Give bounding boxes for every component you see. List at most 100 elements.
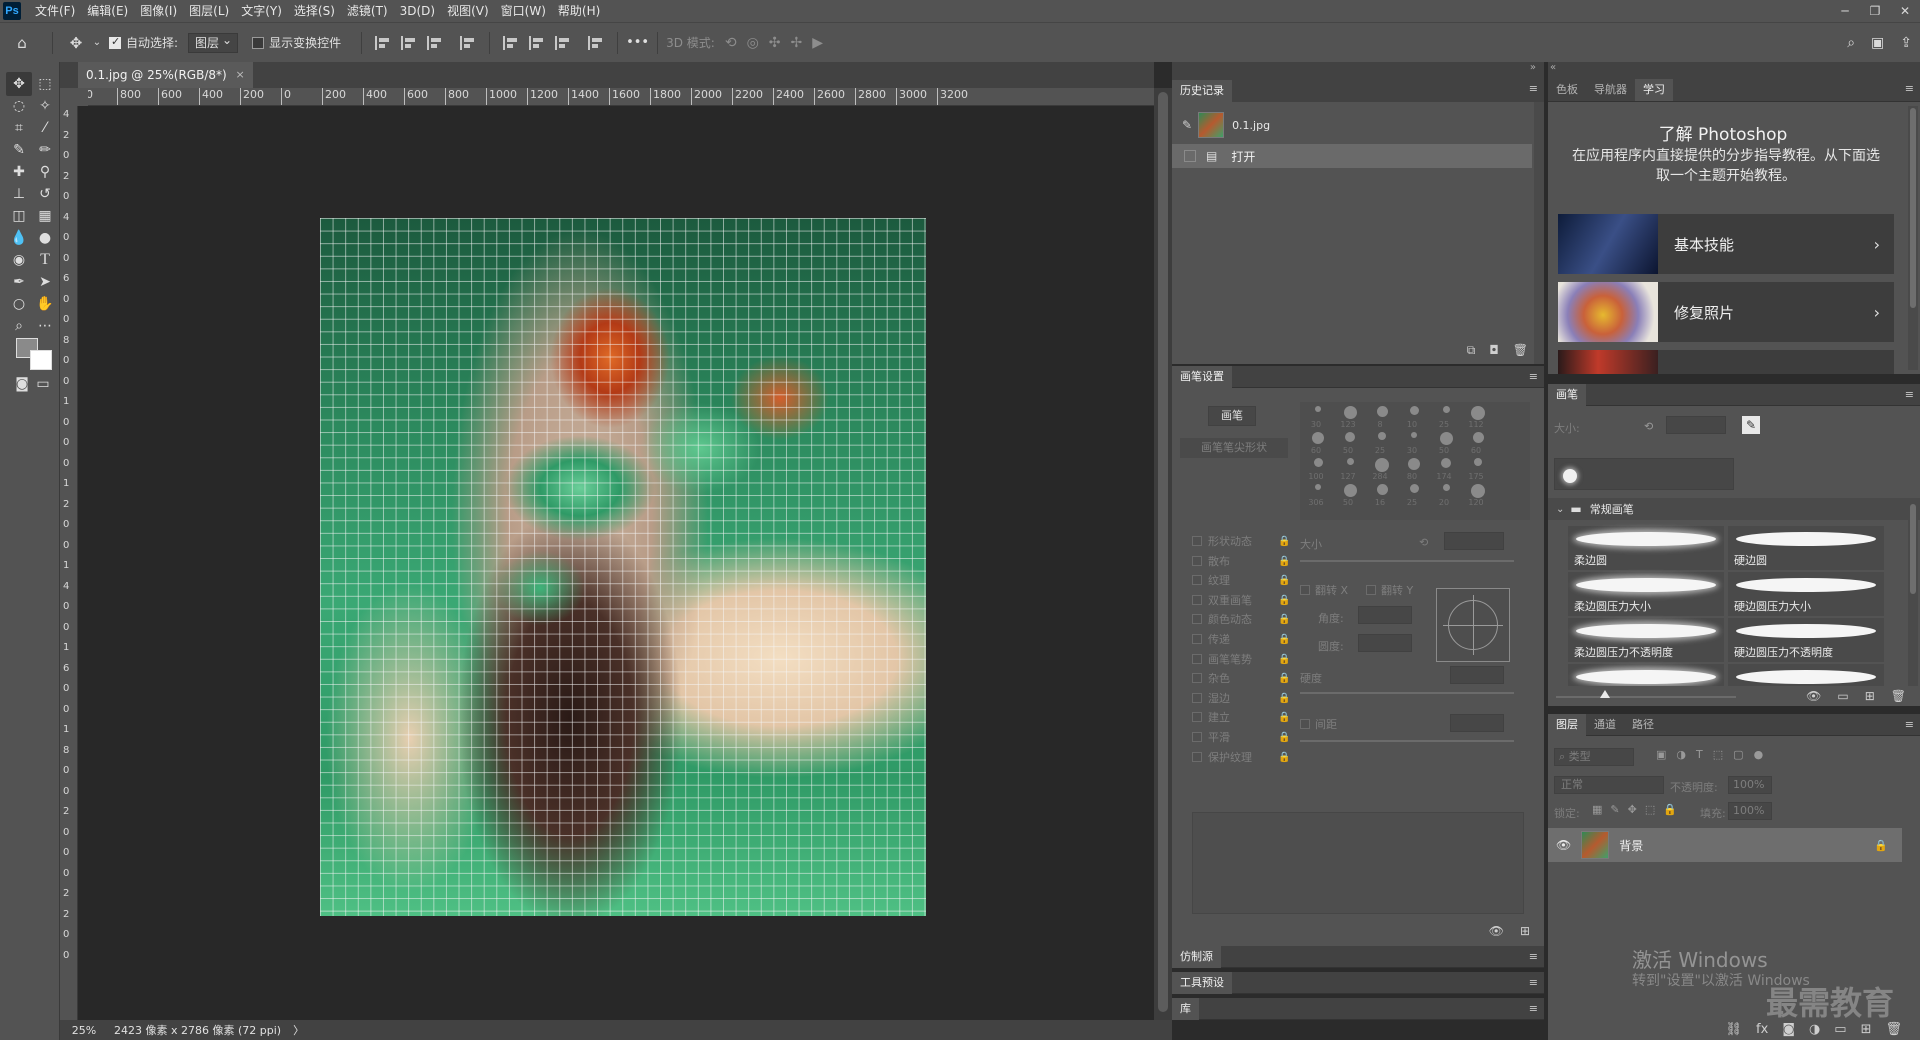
lock-icon[interactable]: 🔒 (1278, 689, 1290, 709)
history-snapshot[interactable]: ✎ 0.1.jpg (1172, 110, 1532, 140)
scroll-thumb[interactable] (1158, 92, 1168, 1012)
panel-menu-icon[interactable]: ≡ (1529, 82, 1538, 95)
brush-option-item[interactable]: 颜色动态 🔒 (1192, 610, 1290, 630)
pencil-tool-icon[interactable]: ✏ (32, 138, 58, 162)
scroll-thumb[interactable] (1910, 108, 1916, 308)
brush-preset-tile[interactable]: 硬边圆 (1728, 526, 1884, 570)
pen-tool-icon[interactable]: ✒ (6, 270, 32, 294)
brush-preview-size-slider[interactable] (1556, 696, 1736, 698)
panel-tab[interactable]: 导航器 (1586, 79, 1635, 101)
checkbox-icon[interactable] (1192, 673, 1202, 684)
checkbox-icon[interactable] (1192, 634, 1202, 644)
lock-pixels-icon[interactable]: ✎ (1610, 803, 1619, 816)
reset-size-icon[interactable]: ⟲ (1419, 536, 1428, 549)
collapsed-panel-header[interactable]: 仿制源 ≡ (1172, 945, 1544, 968)
canvas-area[interactable] (78, 106, 1154, 1020)
align-middle-v-icon[interactable] (529, 35, 545, 50)
history-brush-icon[interactable]: ↺ (32, 182, 58, 206)
flip-y-checkbox[interactable]: 翻转 Y (1366, 582, 1413, 598)
brush-preset-tile[interactable]: 柔边圆 (1568, 526, 1724, 570)
align-center-h-icon[interactable] (401, 35, 417, 50)
collapsed-panel-tab[interactable]: 工具预设 (1172, 971, 1232, 994)
filter-smart-icon[interactable]: ▢ (1733, 748, 1743, 761)
lock-icon[interactable]: 🔒 (1278, 591, 1290, 611)
filter-shape-icon[interactable]: ⬚ (1713, 748, 1723, 761)
auto-select-checkbox[interactable]: 自动选择: (109, 34, 178, 51)
brush-group-row[interactable]: ⌄ ▬ 常规画笔 (1548, 498, 1920, 520)
chevron-down-icon[interactable]: ⌄ (91, 23, 103, 63)
tab-brush-settings[interactable]: 画笔设置 (1172, 365, 1232, 388)
more-tools-icon[interactable]: ⋯ (32, 314, 58, 338)
new-brush-preset-icon[interactable]: ✎ (1742, 416, 1760, 434)
distribute-v-icon[interactable] (588, 35, 604, 50)
size-slider[interactable] (1300, 560, 1514, 562)
spacing-slider[interactable] (1300, 740, 1514, 742)
brush-button[interactable]: 画笔 (1208, 406, 1256, 426)
learn-card-third[interactable]: › (1558, 350, 1894, 374)
menu-item[interactable]: 图层(L) (183, 0, 235, 22)
menu-item[interactable]: 滤镜(T) (341, 0, 394, 22)
checkbox-icon[interactable] (1192, 653, 1202, 664)
brush-preset-swatch[interactable] (1411, 432, 1417, 438)
slider-handle[interactable] (1600, 690, 1610, 698)
panel-menu-icon[interactable]: ≡ (1529, 1002, 1538, 1015)
brush-size-input[interactable] (1666, 416, 1726, 434)
lock-transparency-icon[interactable]: ▦ (1592, 803, 1602, 816)
checkbox-icon[interactable] (1192, 712, 1202, 723)
snapshot-camera-icon[interactable]: ◘ (1489, 343, 1499, 358)
brush-tip-presets[interactable]: 30 123 8 10 25 112 60 50 25 30 50 60 100 127 284 80 174 1… (1300, 402, 1530, 520)
size-input[interactable] (1444, 532, 1504, 550)
brush-preset-swatch[interactable] (1343, 406, 1357, 419)
panel-menu-icon[interactable]: ≡ (1905, 388, 1914, 401)
trash-icon[interactable]: 🗑 (1513, 343, 1528, 358)
lock-icon[interactable]: 🔒 (1278, 630, 1290, 650)
menu-item[interactable]: 窗口(W) (495, 0, 552, 22)
brush-preset-swatch[interactable] (1376, 484, 1388, 495)
brush-preset-swatch[interactable] (1315, 484, 1321, 490)
close-icon[interactable]: × (235, 62, 244, 88)
filter-adjustment-icon[interactable]: ◑ (1676, 748, 1686, 761)
lock-icon[interactable]: 🔒 (1278, 748, 1290, 768)
panel-tab[interactable]: 色板 (1548, 79, 1586, 101)
link-layers-icon[interactable]: ⛓ (1726, 1022, 1743, 1037)
panel-tab[interactable]: 图层 (1548, 713, 1586, 736)
layer-row[interactable]: 👁 背景 🔒 (1548, 828, 1902, 862)
ellipse-tool-icon[interactable]: ○ (6, 292, 32, 316)
collapsed-panel-header[interactable]: 工具预设 ≡ (1172, 971, 1544, 994)
menu-item[interactable]: 3D(D) (394, 0, 441, 22)
filter-toggle-icon[interactable]: ● (1754, 748, 1764, 761)
3d-rotate-icon[interactable]: ⟲ (725, 35, 737, 51)
brush-preset-swatch[interactable] (1375, 458, 1389, 472)
opacity-input[interactable]: 100% (1728, 776, 1772, 794)
panel-menu-icon[interactable]: ≡ (1529, 976, 1538, 989)
layer-filter-dropdown[interactable]: ⌕ 类型 (1554, 748, 1634, 766)
panel-tab[interactable]: 学习 (1635, 79, 1673, 101)
chevron-down-icon[interactable]: ⌄ (1556, 504, 1564, 515)
collapsed-panel-tab[interactable]: 仿制源 (1172, 945, 1221, 968)
blur-tool-icon[interactable]: 💧 (6, 226, 32, 250)
lock-icon[interactable]: 🔒 (1278, 669, 1290, 689)
learn-card-basic-skills[interactable]: 基本技能 › (1558, 214, 1894, 274)
checkbox-icon[interactable] (1192, 751, 1202, 762)
brush-preset-swatch[interactable] (1409, 406, 1419, 415)
tab-brushes[interactable]: 画笔 (1548, 383, 1586, 406)
fill-input[interactable]: 100% (1728, 802, 1772, 820)
zoom-tool-icon[interactable]: ⌕ (6, 314, 32, 338)
brush-preset-swatch[interactable] (1315, 406, 1321, 412)
angle-input[interactable] (1358, 606, 1412, 624)
3d-roll-icon[interactable]: ◎ (747, 35, 759, 51)
new-document-from-state-icon[interactable]: ⧉ (1467, 343, 1476, 358)
checkbox-icon[interactable] (1192, 555, 1202, 566)
align-left-icon[interactable] (375, 35, 391, 50)
menu-item[interactable]: 文件(F) (29, 0, 81, 22)
brush-preset-swatch[interactable] (1409, 484, 1419, 493)
lock-icon[interactable]: 🔒 (1874, 839, 1888, 852)
brush-option-item[interactable]: 纹理 🔒 (1192, 571, 1290, 591)
roundness-input[interactable] (1358, 634, 1412, 652)
brush-option-item[interactable]: 画笔笔势 🔒 (1192, 650, 1290, 670)
new-brush-icon[interactable]: ⊞ (1865, 689, 1875, 703)
scroll-thumb[interactable] (1910, 504, 1916, 594)
brush-preset-swatch[interactable] (1472, 432, 1484, 443)
clone-stamp-icon[interactable]: ⊥ (6, 182, 32, 206)
brush-preset-swatch[interactable] (1343, 484, 1357, 497)
